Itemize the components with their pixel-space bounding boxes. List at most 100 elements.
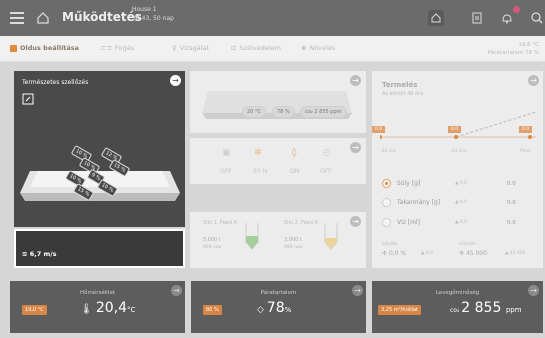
flock-age: 38:43, 50 nap	[132, 15, 174, 22]
silo-1-name: Silo 1, Feed A	[203, 220, 237, 226]
arrow-right-icon[interactable]: →	[171, 285, 182, 296]
headcount-number: 45 000	[465, 250, 487, 257]
wind-speed-panel[interactable]: ≋ 6,7 m/s	[14, 229, 185, 268]
silo-1-days: 999 nap	[203, 245, 222, 250]
wind-speed-value: 6,7 m/s	[29, 250, 57, 258]
silo-2-amount: 3,000 t	[284, 237, 302, 243]
bell-icon[interactable]	[499, 10, 515, 26]
nav-item-2[interactable]: ♀ Vizsgálat	[172, 44, 209, 52]
temperature-card[interactable]: Hőmérséklet → 19,0 °C 🌡 20,4°C	[10, 281, 185, 333]
co2-unit: ppm	[505, 306, 522, 314]
ventilation-panel[interactable]: Természetes szellőzés → 10 % 12 % 10 % 1…	[14, 71, 185, 227]
nav-bar: Oldus beállítása ⊏⊐ Fogás ♀ Vizsgálat ⊡ Szé…	[0, 36, 545, 62]
timer-icon: ◴	[323, 148, 331, 158]
co2-number: 2 855	[461, 300, 502, 316]
nav-item-1[interactable]: ⊏⊐ Fogás	[101, 44, 134, 52]
growth-icon: ❀	[301, 44, 307, 52]
row-delta: ▲ 0.0	[455, 220, 468, 225]
nav-label: Oldus beállítása	[20, 44, 80, 52]
production-panel[interactable]: → Termelés Az elmúlt 48 óra 0.0 0.0 0.0 …	[372, 71, 543, 268]
headcount-value: ✣ 45 000	[459, 250, 487, 257]
row-label: Takarmány [g]	[397, 199, 441, 206]
silos-panel[interactable]: → Silo 1, Feed A 5,000 t 999 nap Silo 2,…	[190, 212, 366, 268]
nav-climate: 19,6 °C Páratartalom 78 %	[488, 41, 539, 57]
row-delta: ▲ 0.0	[455, 200, 468, 205]
radio-button[interactable]	[382, 179, 391, 188]
air-quality-card[interactable]: Levegőminőség → 3,25 m³/h/állat co₂ 2 85…	[372, 281, 543, 333]
x-label: -48 óra	[380, 149, 397, 154]
home-icon[interactable]	[36, 11, 50, 25]
window-icon: ⊡	[231, 44, 237, 52]
arrow-right-icon[interactable]: →	[528, 285, 539, 296]
production-row-weight[interactable]: Súly [g] ▲ 0.0 0.0	[382, 179, 516, 188]
clipboard-icon[interactable]	[469, 10, 485, 26]
water-state: ON	[290, 168, 300, 175]
house-overview-panel[interactable]: → 20 °C 78 % co₂ 2 855 ppm	[190, 71, 366, 133]
mortality-delta: ▲ 0.0	[421, 251, 434, 256]
silo-2-gauge	[324, 223, 338, 250]
nav-item-4[interactable]: ❀ Növelés	[301, 44, 335, 52]
ventilation-rate-badge: 3,25 m³/h/állat	[378, 305, 422, 315]
arrow-right-icon[interactable]: →	[350, 142, 361, 153]
nav-label: Szélvédelem	[239, 44, 281, 52]
house-icon[interactable]	[428, 10, 444, 26]
nav-label: Növelés	[309, 44, 336, 52]
silo-1-amount: 5,000 t	[203, 237, 221, 243]
mortality-label: Elhullás	[382, 241, 398, 246]
setpoint-badge: 80 %	[203, 305, 222, 315]
thermometer-icon: 🌡	[80, 304, 96, 315]
nav-item-0[interactable]: Oldus beállítása	[10, 44, 79, 52]
light-icon: ✲	[254, 148, 262, 158]
co2-icon: co₂	[450, 307, 462, 314]
humidity-value: ◇ 78%	[257, 300, 291, 316]
page-title: Működtetés	[62, 10, 142, 24]
house-name: House 1	[132, 6, 157, 13]
nav-temp: 19,6 °C	[518, 42, 539, 48]
temperature-value: 🌡 20,4°C	[80, 300, 135, 316]
temp-unit: °C	[127, 306, 136, 314]
humidity-number: 78	[266, 300, 285, 316]
radio-button[interactable]	[382, 218, 391, 227]
menu-icon[interactable]	[10, 12, 24, 24]
setpoint-badge: 19,0 °C	[22, 305, 47, 315]
silo-2-name: Silo 2, Feed A	[284, 220, 318, 226]
mortality-icon: ✣	[382, 250, 389, 257]
heater-state: OFF	[220, 168, 232, 175]
actuators-panel[interactable]: → ▣ ✲ ◊ ◴ OFF 50 lx ON OFF	[190, 138, 366, 184]
notification-badge	[513, 6, 520, 13]
card-title: Levegőminőség	[435, 290, 480, 296]
humidity-card[interactable]: Páratartalom → 80 % ◇ 78%	[191, 281, 366, 333]
ventilation-title: Természetes szellőzés	[22, 79, 89, 86]
silo-1-gauge	[245, 223, 259, 250]
row-value: 0.0	[507, 180, 516, 187]
heater-icon: ▣	[222, 148, 231, 158]
co2-value: co₂ 2 855 ppm	[450, 300, 522, 316]
vent-icon	[22, 93, 34, 105]
chicken-icon: ✣	[459, 250, 466, 257]
chart-badge: 0.0	[448, 126, 462, 133]
card-title: Páratartalom	[260, 290, 297, 296]
arrow-right-icon[interactable]: →	[170, 75, 181, 86]
headcount-delta: ▲ 45 000	[505, 251, 526, 256]
mortality-value: ✣ 0,0 %	[382, 250, 406, 257]
headcount-label: Létszám	[459, 241, 476, 246]
nav-item-3[interactable]: ⊡ Szélvédelem	[231, 44, 281, 52]
arrow-right-icon[interactable]: →	[352, 285, 363, 296]
production-row-water[interactable]: Víz [ml] ▲ 0.0 0.0	[382, 218, 516, 227]
timer-state: OFF	[320, 168, 332, 175]
production-title: Termelés	[382, 81, 418, 89]
chart-badge: 0.0	[372, 126, 386, 133]
radio-button[interactable]	[382, 198, 391, 207]
x-label: Most	[520, 149, 531, 154]
mortality-number: 0,0 %	[388, 250, 407, 257]
search-icon[interactable]	[529, 10, 545, 26]
row-label: Súly [g]	[397, 180, 421, 187]
arrow-right-icon[interactable]: →	[528, 75, 539, 86]
water-icon: ◊	[292, 148, 297, 158]
light-level: 50 lx	[253, 168, 268, 175]
arrow-right-icon[interactable]: →	[350, 216, 361, 227]
temp-pill: 20 °C	[242, 106, 266, 118]
x-label: -24 óra	[450, 149, 467, 154]
row-value: 0.0	[507, 199, 516, 206]
production-row-feed[interactable]: Takarmány [g] ▲ 0.0 0.0	[382, 198, 516, 207]
